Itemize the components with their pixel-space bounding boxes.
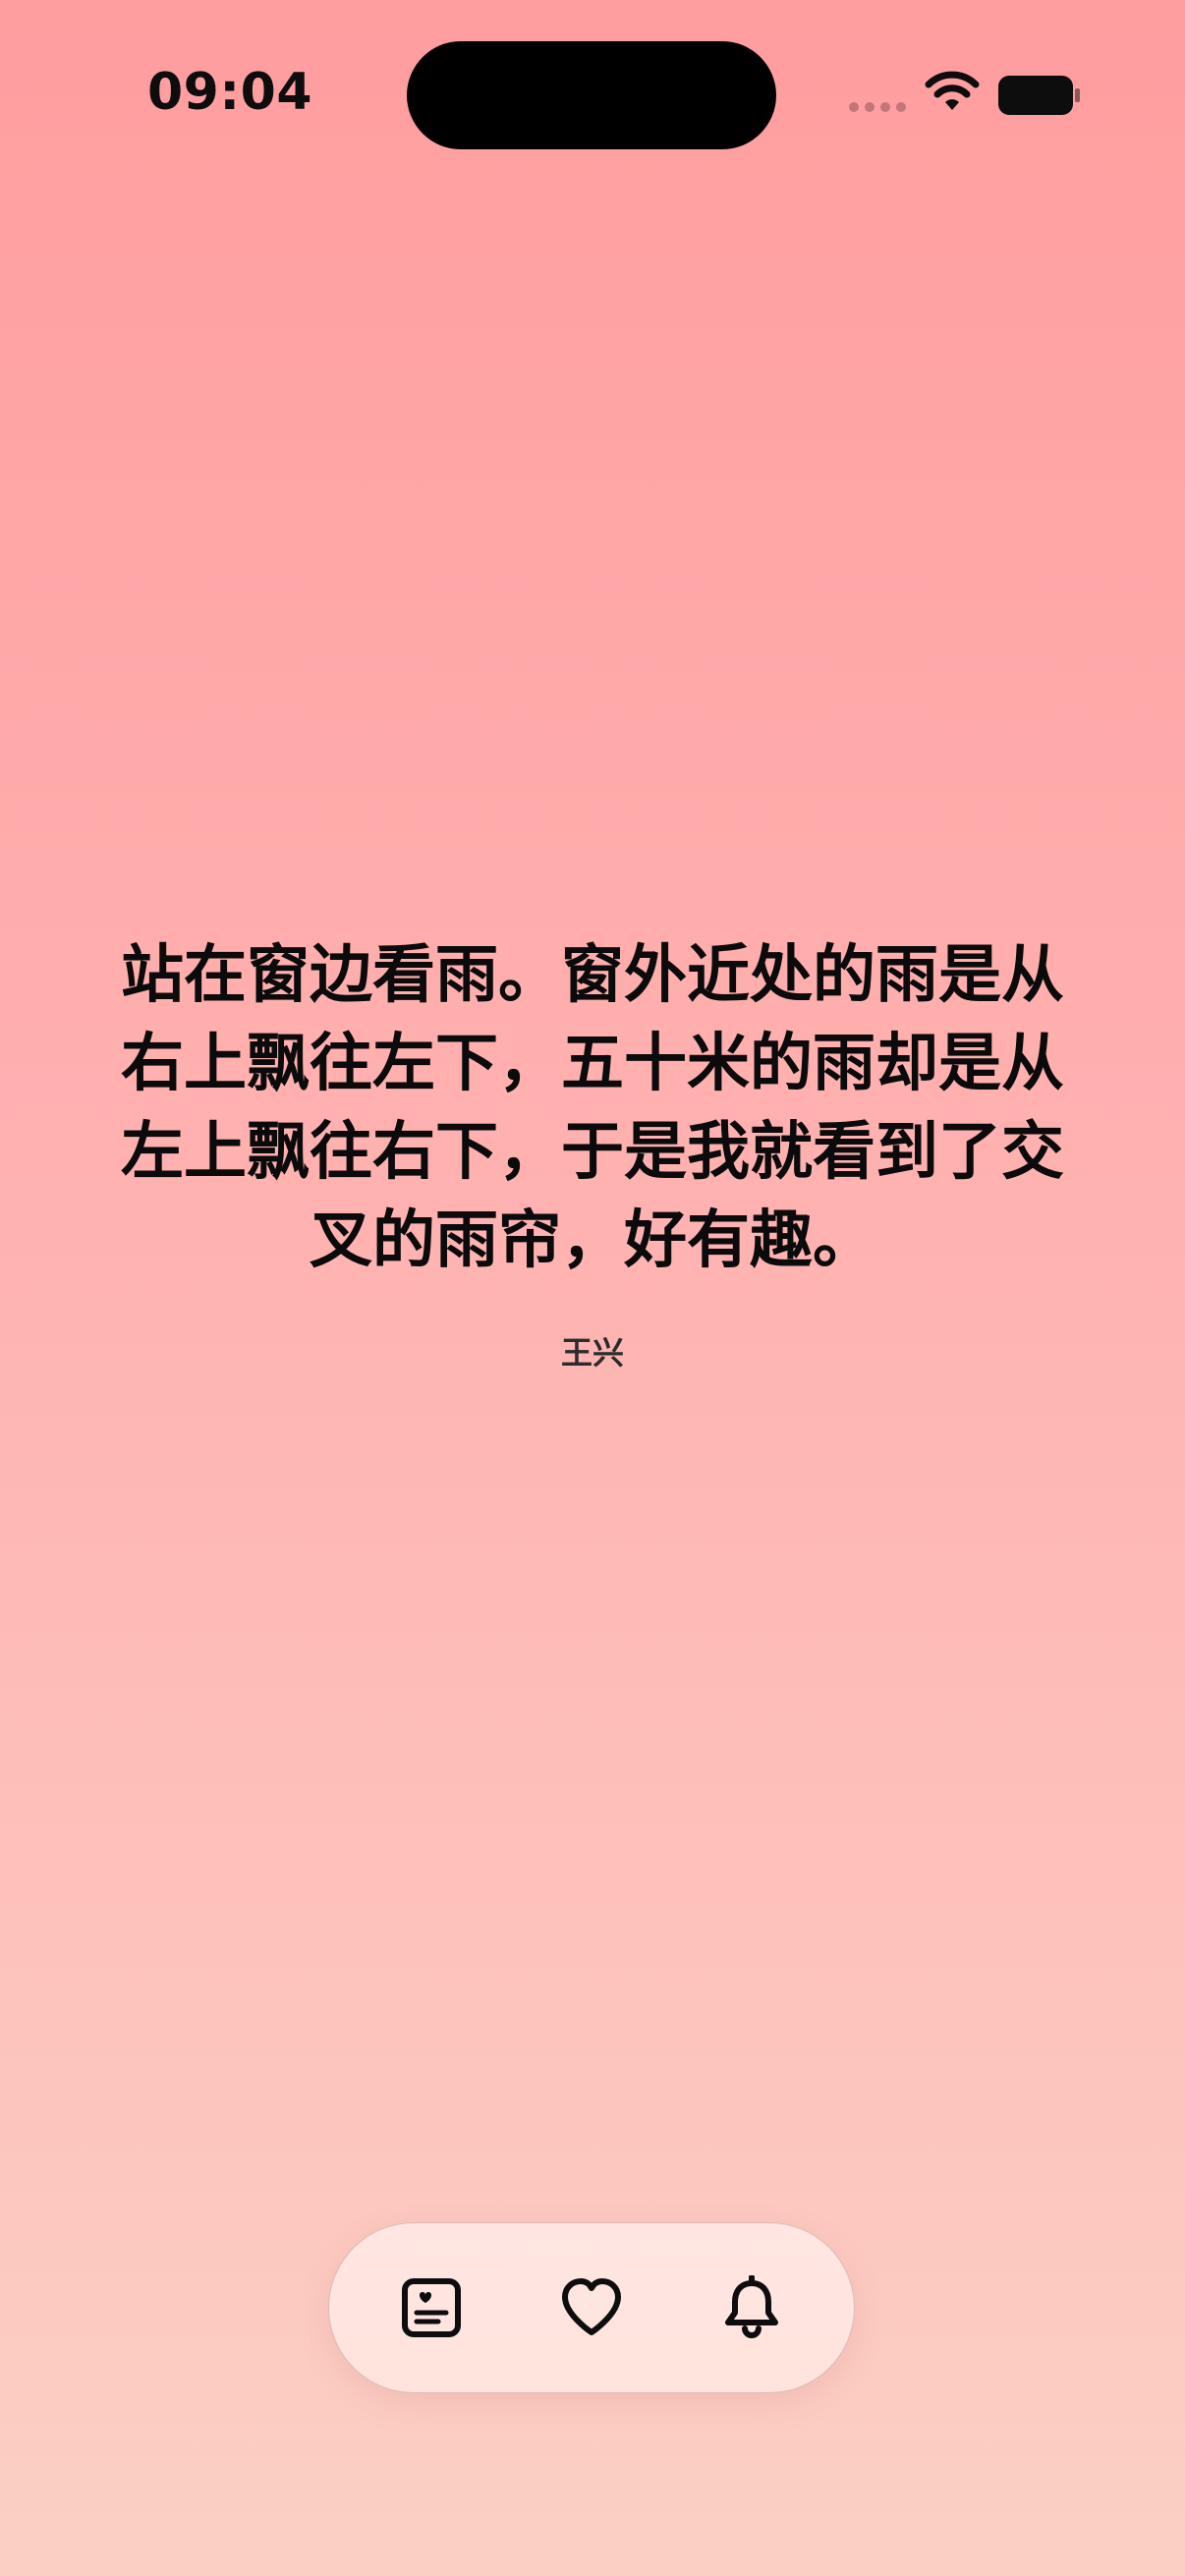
quote-author: 王兴 — [560, 1334, 624, 1372]
bottom-tab-bar — [328, 2222, 855, 2393]
journal-heart-icon — [402, 2278, 461, 2337]
tab-journal[interactable] — [392, 2268, 471, 2347]
tab-favorites[interactable] — [552, 2268, 631, 2347]
heart-icon — [562, 2278, 621, 2335]
battery-icon — [998, 76, 1080, 115]
dynamic-island — [407, 41, 776, 149]
bell-icon — [725, 2275, 778, 2338]
cellular-signal-icon — [849, 102, 906, 112]
tab-notifications[interactable] — [712, 2268, 791, 2347]
wifi-icon — [925, 71, 980, 110]
status-time: 09:04 — [147, 63, 313, 122]
quote-text: 站在窗边看雨。窗外近处的雨是从右上飘往左下，五十米的雨却是从左上飘往右下，于是我… — [121, 939, 1064, 1277]
